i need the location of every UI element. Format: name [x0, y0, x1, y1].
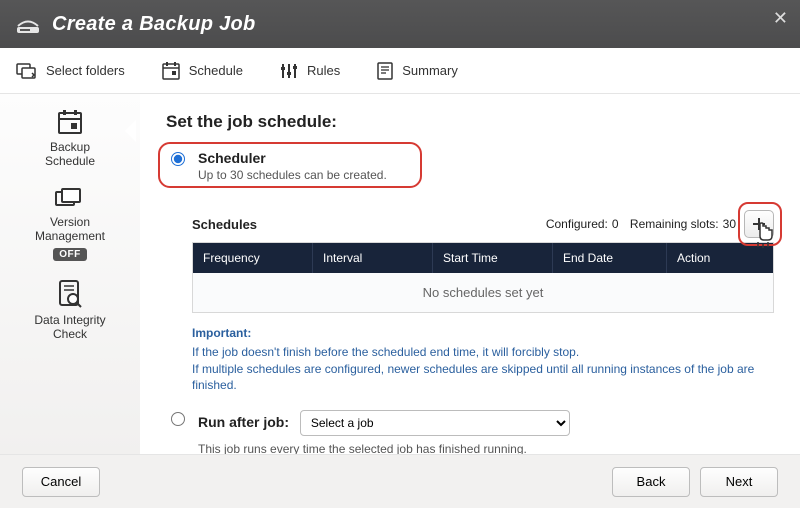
- select-job-dropdown[interactable]: Select a job: [300, 410, 570, 436]
- configured-label: Configured:: [546, 217, 608, 231]
- remaining-label: Remaining slots:: [630, 217, 719, 231]
- th-frequency: Frequency: [193, 243, 313, 273]
- table-empty-message: No schedules set yet: [193, 273, 773, 312]
- sidebar-item-version-management[interactable]: Version Management OFF: [15, 187, 125, 261]
- table-header: Frequency Interval Start Time End Date A…: [193, 243, 773, 273]
- th-interval: Interval: [313, 243, 433, 273]
- wizard-steps: Select folders Schedule Rules Summary: [0, 48, 800, 94]
- step-label: Schedule: [189, 63, 243, 78]
- step-rules[interactable]: Rules: [279, 61, 340, 81]
- schedules-heading: Schedules: [192, 217, 257, 232]
- add-schedule-button[interactable]: [744, 210, 774, 238]
- cancel-button[interactable]: Cancel: [22, 467, 100, 497]
- left-sidebar: Backup Schedule Version Management OFF D…: [0, 94, 140, 454]
- step-summary[interactable]: Summary: [376, 61, 458, 81]
- window-title: Create a Backup Job: [52, 13, 256, 36]
- important-note: Important: If the job doesn't finish bef…: [192, 325, 774, 394]
- scheduler-desc: Up to 30 schedules can be created.: [198, 168, 387, 182]
- main-pane: Set the job schedule: Scheduler Up to 30…: [140, 94, 800, 454]
- plus-icon: [752, 217, 766, 231]
- step-label: Summary: [402, 63, 458, 78]
- scheduler-label: Scheduler: [198, 150, 387, 166]
- footer-bar: Cancel Back Next: [0, 454, 800, 508]
- step-select-folders[interactable]: Select folders: [16, 61, 125, 81]
- sidebar-item-label: Version Management: [35, 215, 105, 244]
- close-icon[interactable]: ✕: [773, 8, 788, 29]
- remaining-value: 30: [723, 217, 736, 231]
- configured-value: 0: [612, 217, 619, 231]
- step-label: Select folders: [46, 63, 125, 78]
- folders-icon: [16, 61, 38, 81]
- radio-run-after-job[interactable]: [171, 412, 185, 426]
- nas-icon: [14, 13, 42, 35]
- document-icon: [376, 61, 394, 81]
- sidebar-item-label: Data Integrity Check: [34, 313, 105, 342]
- page-title: Set the job schedule:: [166, 112, 774, 132]
- important-title: Important:: [192, 325, 774, 342]
- th-action: Action: [667, 243, 773, 273]
- run-after-label: Run after job:: [198, 414, 289, 430]
- next-button[interactable]: Next: [700, 467, 778, 497]
- sidebar-item-label: Backup Schedule: [45, 140, 95, 169]
- sidebar-item-data-integrity[interactable]: Data Integrity Check: [15, 279, 125, 342]
- run-after-desc: This job runs every time the selected jo…: [198, 442, 570, 454]
- step-schedule[interactable]: Schedule: [161, 61, 243, 81]
- schedules-table: Frequency Interval Start Time End Date A…: [192, 242, 774, 313]
- calendar-icon: [55, 108, 85, 136]
- calendar-icon: [161, 61, 181, 81]
- window-header: Create a Backup Job ✕: [0, 0, 800, 48]
- th-end: End Date: [553, 243, 667, 273]
- important-line: If the job doesn't finish before the sch…: [192, 345, 579, 359]
- radio-scheduler[interactable]: [171, 152, 185, 166]
- status-badge: OFF: [53, 248, 87, 261]
- sidebar-item-backup-schedule[interactable]: Backup Schedule: [15, 108, 125, 169]
- versions-icon: [54, 187, 86, 211]
- step-label: Rules: [307, 63, 340, 78]
- integrity-icon: [57, 279, 83, 309]
- sliders-icon: [279, 61, 299, 81]
- important-line: If multiple schedules are configured, ne…: [192, 362, 754, 393]
- th-start: Start Time: [433, 243, 553, 273]
- back-button[interactable]: Back: [612, 467, 690, 497]
